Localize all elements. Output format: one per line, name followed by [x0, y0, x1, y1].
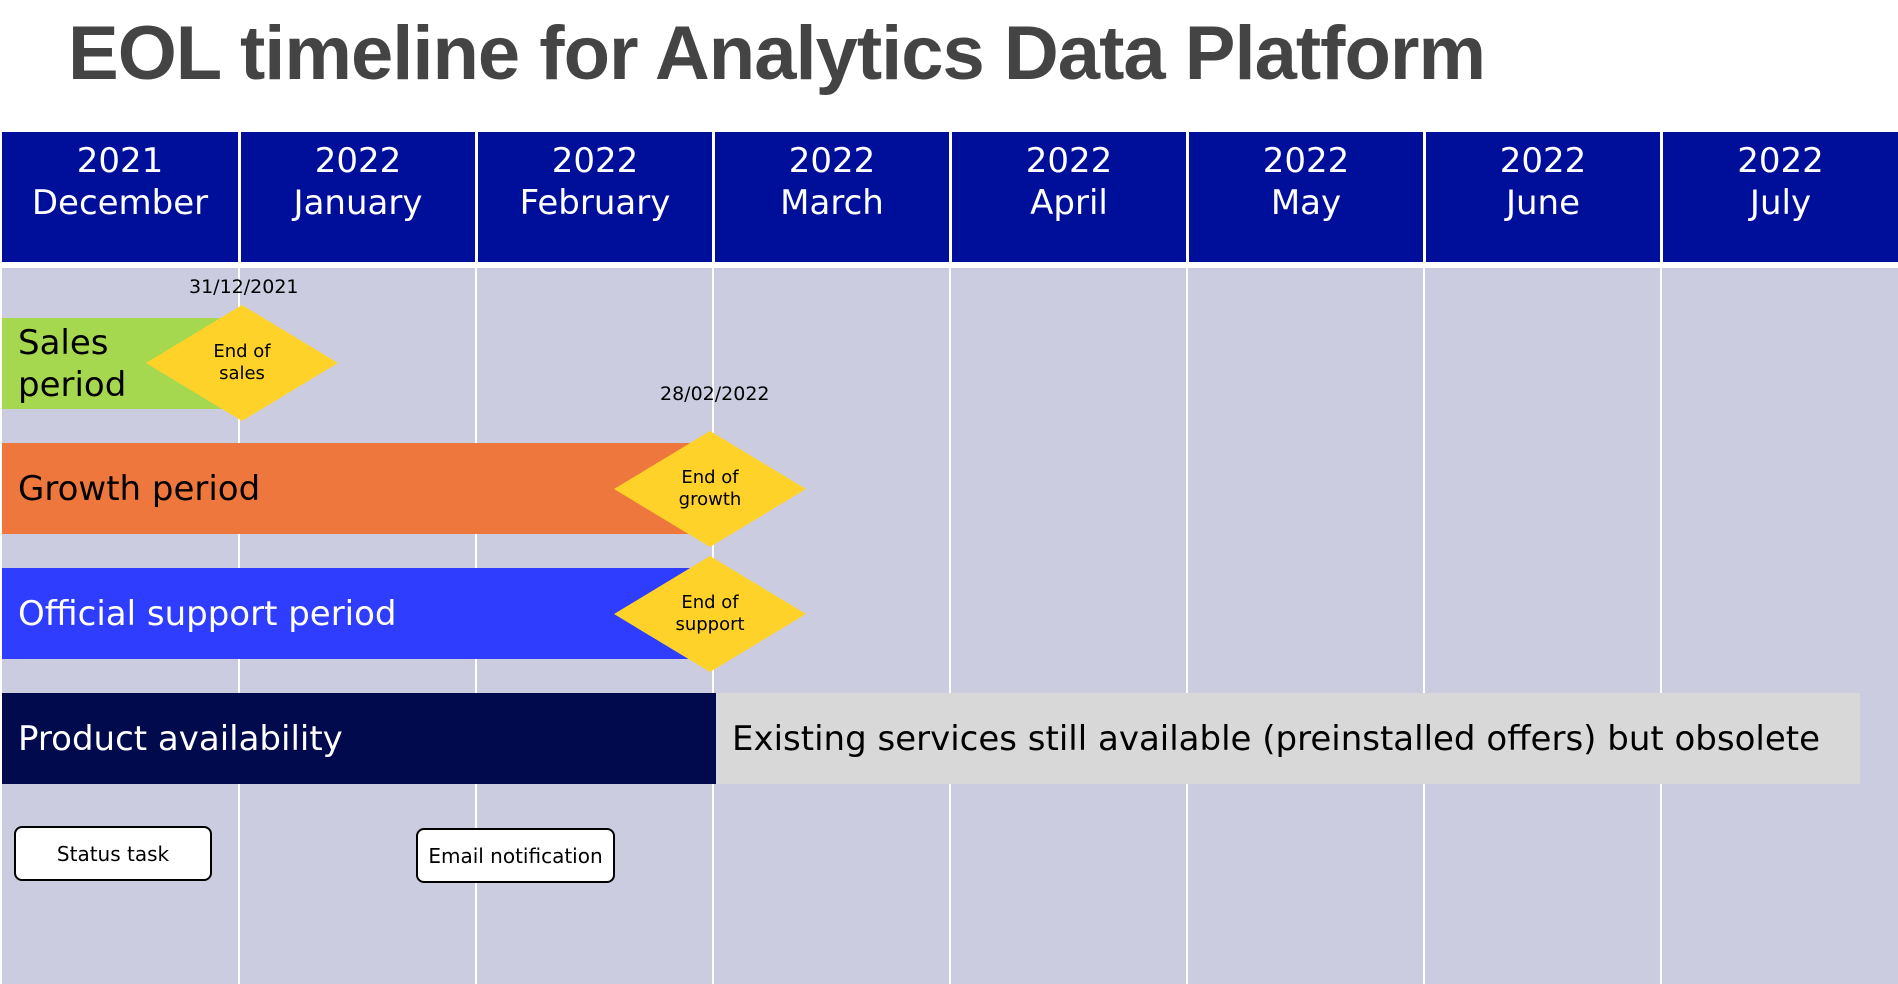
month-year: 2022 — [788, 141, 876, 181]
end-of-sales-date: 31/12/2021 — [189, 276, 299, 298]
month-year: 2022 — [1737, 141, 1824, 181]
month-name: February — [519, 183, 671, 223]
month-name: April — [1030, 183, 1108, 223]
email-notification-button[interactable]: Email notification — [416, 828, 615, 883]
month-year: 2021 — [76, 141, 164, 181]
end-of-sales-milestone: End of sales — [146, 305, 338, 421]
support-period-bar: Official support period — [2, 568, 712, 659]
month-year: 2022 — [1499, 141, 1587, 181]
end-of-support-label: End of support — [675, 592, 745, 635]
growth-period-label: Growth period — [18, 468, 261, 509]
end-of-sales-label: End of sales — [213, 341, 271, 384]
obsolete-availability-label: Existing services still available (prein… — [732, 718, 1821, 759]
month-header-row: 2021 December 2022 January 2022 February… — [2, 132, 1898, 262]
page-title: EOL timeline for Analytics Data Platform — [68, 11, 1486, 96]
end-of-growth-label: End of growth — [678, 467, 742, 510]
sales-period-label-line1: Sales — [18, 322, 109, 363]
sales-period-label-line2: period — [18, 364, 127, 405]
grid-divider — [949, 268, 951, 984]
month-name: December — [31, 183, 209, 223]
month-header-feb-2022: 2022 February — [478, 132, 712, 262]
support-period-label: Official support period — [18, 593, 397, 634]
product-availability-bar: Product availability — [2, 693, 716, 784]
month-name: July — [1749, 183, 1812, 223]
grid-divider — [1660, 268, 1662, 984]
end-of-growth-milestone: End of growth — [614, 431, 806, 547]
product-availability-label: Product availability — [18, 718, 343, 759]
grid-divider — [1186, 268, 1188, 984]
month-header-mar-2022: 2022 March — [715, 132, 949, 262]
obsolete-availability-bar: Existing services still available (prein… — [716, 693, 1860, 784]
month-name: March — [780, 183, 884, 223]
month-header-jun-2022: 2022 June — [1426, 132, 1660, 262]
month-year: 2022 — [1025, 141, 1113, 181]
month-header-apr-2022: 2022 April — [952, 132, 1186, 262]
month-header-dec-2021: 2021 December — [2, 132, 238, 262]
month-name: May — [1270, 183, 1342, 223]
month-name: January — [293, 183, 423, 223]
end-of-growth-date: 28/02/2022 — [660, 383, 770, 405]
month-year: 2022 — [1262, 141, 1350, 181]
month-header-may-2022: 2022 May — [1189, 132, 1423, 262]
month-header-jan-2022: 2022 January — [241, 132, 475, 262]
month-name: June — [1505, 183, 1581, 223]
month-year: 2022 — [551, 141, 639, 181]
growth-period-bar: Growth period — [2, 443, 712, 534]
month-header-jul-2022: 2022 July — [1663, 132, 1898, 262]
status-task-button[interactable]: Status task — [14, 826, 212, 881]
month-year: 2022 — [314, 141, 402, 181]
end-of-support-milestone: End of support — [614, 556, 806, 672]
grid-divider — [1423, 268, 1425, 984]
